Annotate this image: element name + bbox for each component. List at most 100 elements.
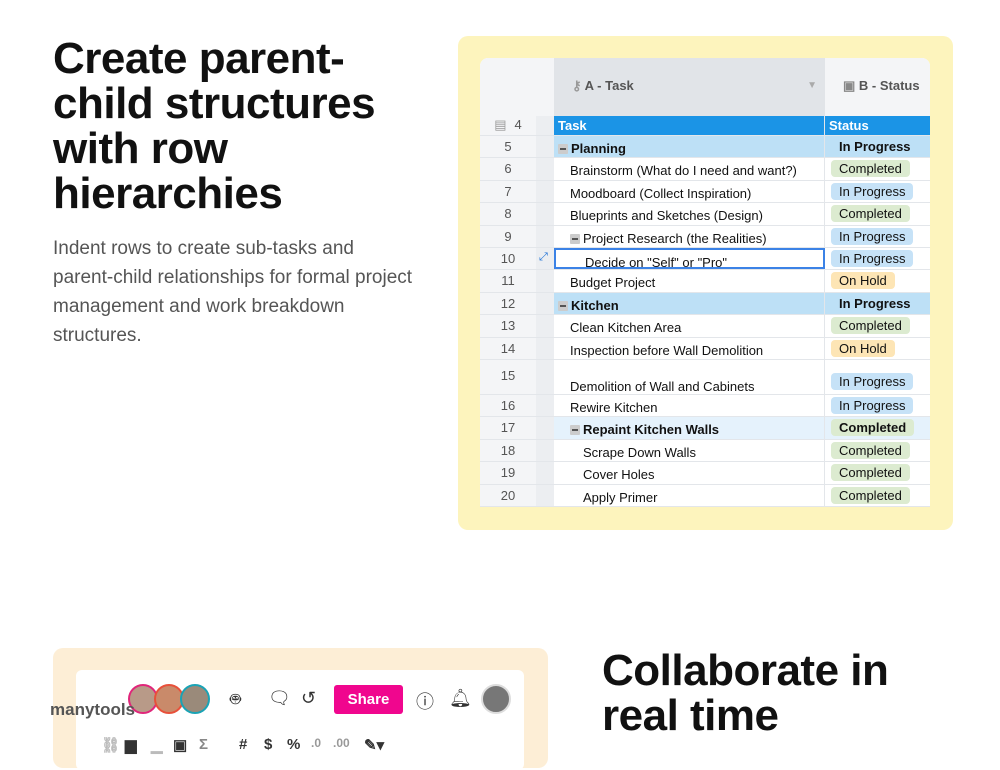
status-cell[interactable]: On Hold: [825, 270, 930, 292]
increase-decimal-icon[interactable]: .00: [333, 736, 350, 750]
task-cell[interactable]: Decide on "Self" or "Pro": [554, 248, 825, 270]
header-row: ▤ 4 Task Status: [480, 116, 930, 136]
comment-icon[interactable]: 🗨︎: [268, 688, 291, 709]
row-number[interactable]: 5: [480, 136, 536, 157]
table-row[interactable]: 17 Repaint Kitchen Walls Completed: [480, 417, 930, 440]
task-cell[interactable]: Demolition of Wall and Cabinets: [554, 360, 825, 394]
table-row[interactable]: 20 Apply Primer Completed: [480, 485, 930, 507]
task-cell[interactable]: Brainstorm (What do I need and want?): [554, 158, 825, 180]
row-number[interactable]: 14: [480, 338, 536, 359]
row-icon: ▤: [494, 117, 507, 132]
status-cell[interactable]: Completed: [825, 485, 930, 506]
row-number[interactable]: 19: [480, 462, 536, 484]
user-avatar[interactable]: [481, 684, 511, 714]
task-cell[interactable]: Apply Primer: [554, 485, 825, 506]
row-number[interactable]: 20: [480, 485, 536, 506]
image-icon[interactable]: ▣: [173, 736, 187, 754]
table-row[interactable]: 7 Moodboard (Collect Inspiration) In Pro…: [480, 181, 930, 203]
status-cell[interactable]: In Progress: [825, 293, 930, 314]
collaborator-avatar[interactable]: [180, 684, 210, 714]
row-number[interactable]: 16: [480, 395, 536, 416]
help-icon[interactable]: ⓘ: [416, 688, 434, 714]
sum-icon[interactable]: Σ: [199, 736, 208, 753]
status-cell[interactable]: Completed: [825, 462, 930, 484]
status-badge: Completed: [831, 317, 910, 334]
table-row[interactable]: 14 Inspection before Wall Demolition On …: [480, 338, 930, 360]
status-cell[interactable]: Completed: [825, 315, 930, 337]
status-cell[interactable]: In Progress: [825, 136, 930, 157]
chart-icon[interactable]: ▁: [151, 736, 163, 754]
collapse-icon[interactable]: [570, 425, 580, 435]
dropdown-icon[interactable]: ▼: [807, 80, 817, 91]
task-cell[interactable]: Rewire Kitchen: [554, 395, 825, 416]
task-cell[interactable]: Planning: [554, 136, 825, 157]
history-icon[interactable]: ↺: [301, 688, 316, 709]
status-badge: In Progress: [831, 250, 914, 267]
task-cell[interactable]: Repaint Kitchen Walls: [554, 417, 825, 439]
status-cell[interactable]: In Progress: [825, 248, 930, 269]
expand-icon[interactable]: ⤢: [536, 251, 548, 263]
status-badge: Completed: [831, 419, 915, 436]
task-cell[interactable]: Inspection before Wall Demolition: [554, 338, 825, 359]
row-number[interactable]: 8: [480, 203, 536, 225]
number-format-icon[interactable]: #: [239, 736, 247, 753]
collapse-icon[interactable]: [558, 301, 568, 311]
task-cell[interactable]: Scrape Down Walls: [554, 440, 825, 461]
task-cell[interactable]: Clean Kitchen Area: [554, 315, 825, 337]
status-cell[interactable]: Completed: [825, 440, 930, 461]
currency-icon[interactable]: $: [264, 736, 272, 753]
link-icon[interactable]: ⛓: [101, 736, 120, 754]
status-cell[interactable]: In Progress: [825, 395, 930, 416]
table-row[interactable]: 8 Blueprints and Sketches (Design) Compl…: [480, 203, 930, 226]
row-number[interactable]: 9: [480, 226, 536, 247]
row-number[interactable]: 6: [480, 158, 536, 180]
status-cell[interactable]: Completed: [825, 203, 930, 225]
row-number[interactable]: 18: [480, 440, 536, 461]
decrease-decimal-icon[interactable]: .0: [311, 736, 321, 750]
row-number[interactable]: 17: [480, 417, 536, 439]
collapse-icon[interactable]: [570, 234, 580, 244]
row-number[interactable]: 13: [480, 315, 536, 337]
status-cell[interactable]: In Progress: [825, 226, 930, 247]
comment-add-icon[interactable]: ▆: [125, 736, 137, 754]
task-cell[interactable]: Blueprints and Sketches (Design): [554, 203, 825, 225]
percent-icon[interactable]: %: [287, 736, 300, 753]
task-cell[interactable]: Project Research (the Realities): [554, 226, 825, 247]
status-cell[interactable]: On Hold: [825, 338, 930, 359]
status-badge: In Progress: [831, 228, 914, 245]
status-cell[interactable]: In Progress: [825, 360, 930, 394]
table-row[interactable]: 13 Clean Kitchen Area Completed: [480, 315, 930, 338]
collapse-icon[interactable]: [558, 144, 568, 154]
row-number[interactable]: 7: [480, 181, 536, 202]
task-cell[interactable]: Moodboard (Collect Inspiration): [554, 181, 825, 202]
table-row[interactable]: 12 Kitchen In Progress: [480, 293, 930, 315]
table-row[interactable]: 19 Cover Holes Completed: [480, 462, 930, 485]
status-cell[interactable]: Completed: [825, 417, 930, 439]
manytools-logo: manytools: [50, 700, 136, 719]
status-cell[interactable]: Completed: [825, 158, 930, 180]
row-number[interactable]: 11: [480, 270, 536, 292]
row-number[interactable]: 15: [480, 360, 536, 394]
format-painter-icon[interactable]: ✎▾: [364, 736, 384, 754]
table-row[interactable]: 10 ⤢ Decide on "Self" or "Pro" In Progre…: [480, 248, 930, 270]
status-badge: Completed: [831, 205, 910, 222]
row-number[interactable]: 12: [480, 293, 536, 314]
table-row[interactable]: 6 Brainstorm (What do I need and want?) …: [480, 158, 930, 181]
robot-icon[interactable]: 🤖︎: [230, 688, 241, 713]
table-row[interactable]: 15 Demolition of Wall and Cabinets In Pr…: [480, 360, 930, 395]
table-row[interactable]: 16 Rewire Kitchen In Progress: [480, 395, 930, 417]
status-text: In Progress: [839, 296, 911, 311]
task-cell[interactable]: Kitchen: [554, 293, 825, 314]
table-row[interactable]: 5 Planning In Progress: [480, 136, 930, 158]
share-button[interactable]: Share: [334, 685, 403, 714]
table-row[interactable]: 11 Budget Project On Hold: [480, 270, 930, 293]
task-cell[interactable]: Cover Holes: [554, 462, 825, 484]
table-row[interactable]: 9 Project Research (the Realities) In Pr…: [480, 226, 930, 248]
column-b-header[interactable]: ▣ B - Status: [825, 58, 930, 116]
row-number[interactable]: 10: [480, 248, 536, 269]
task-cell[interactable]: Budget Project: [554, 270, 825, 292]
table-row[interactable]: 18 Scrape Down Walls Completed: [480, 440, 930, 462]
status-cell[interactable]: In Progress: [825, 181, 930, 202]
bell-icon[interactable]: 🔔︎: [449, 688, 472, 709]
column-a-header[interactable]: ⚷ A - Task ▼: [554, 58, 825, 116]
